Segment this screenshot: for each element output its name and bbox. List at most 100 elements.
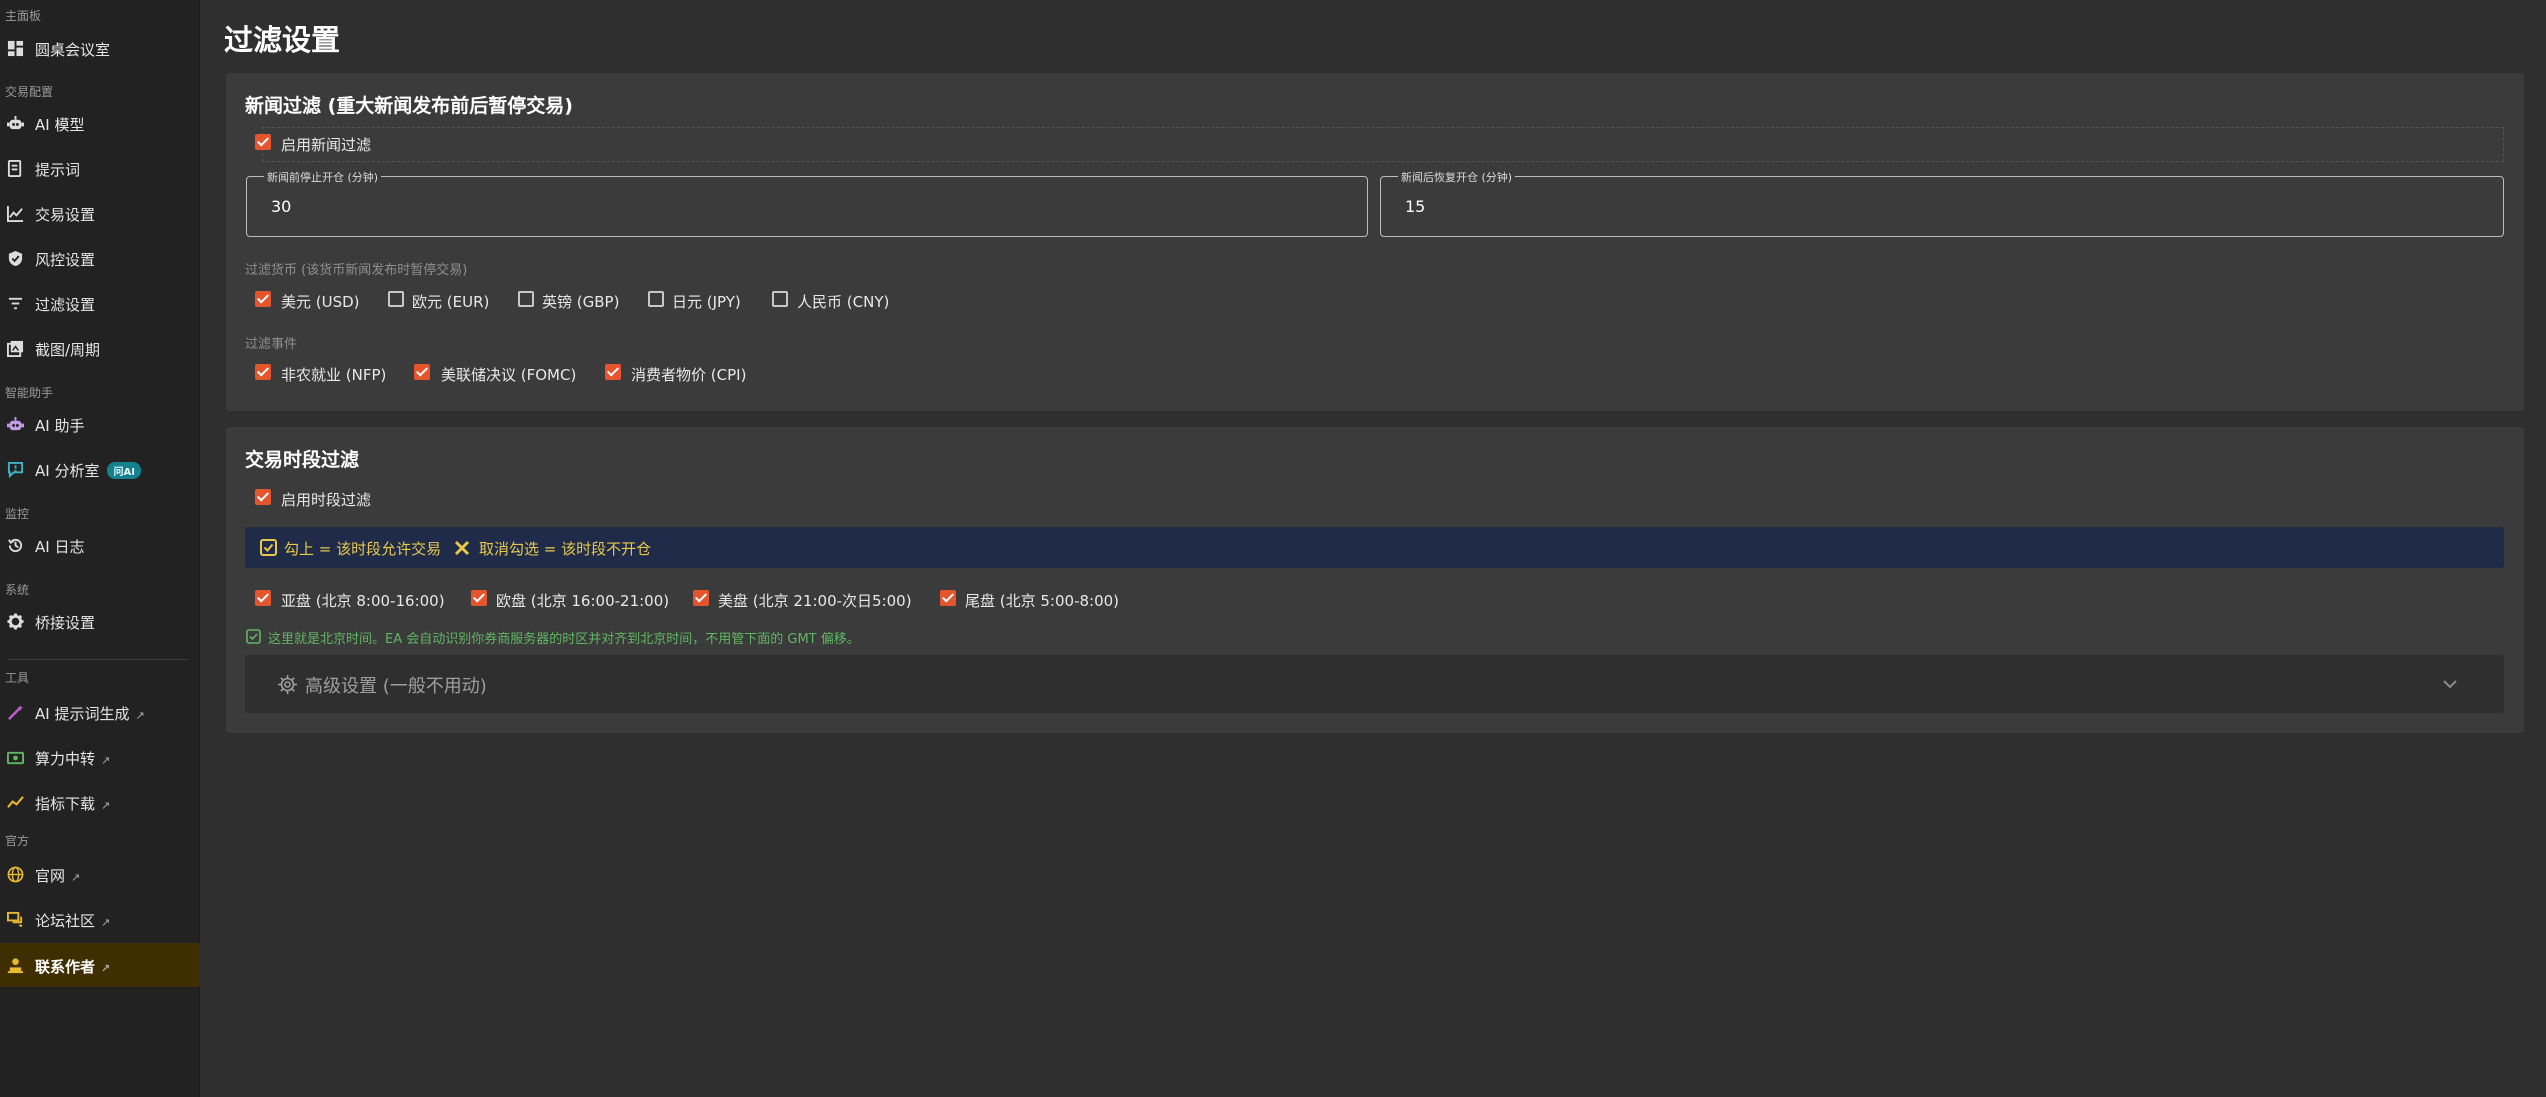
sidebar-item-label: 算力中转 <box>35 750 96 768</box>
sidebar-item-indicator-download[interactable]: 指标下载 ↗ <box>0 782 200 822</box>
robot-icon <box>6 114 24 132</box>
event-fomc-label: 美联储决议 (FOMC) <box>441 366 577 384</box>
sidebar-item-trade-settings[interactable]: 交易设置 <box>0 193 200 233</box>
section-dashboard: 主面板 <box>5 9 42 23</box>
sidebar-item-room[interactable]: 圆桌会议室 <box>0 28 200 68</box>
session-late-checkbox[interactable] <box>940 590 956 606</box>
sidebar-item-compute-relay[interactable]: 算力中转 ↗ <box>0 737 200 777</box>
money-icon <box>6 748 24 766</box>
sidebar-item-label: AI 分析室 <box>35 462 100 480</box>
sidebar: 主面板 圆桌会议室 交易配置 AI 模型 提示词 交易设置 风控设置 过滤设置 … <box>0 0 200 1097</box>
currencies-caption: 过滤货币 (该货币新闻发布时暂停交易) <box>245 263 468 278</box>
section-monitor: 监控 <box>5 507 30 521</box>
contact-icon <box>6 956 24 974</box>
currency-usd-label: 美元 (USD) <box>281 293 360 311</box>
news-filter-enable-checkbox[interactable] <box>255 134 271 150</box>
gear-icon <box>6 612 24 630</box>
currency-eur-label: 欧元 (EUR) <box>412 293 490 311</box>
currency-jpy-label: 日元 (JPY) <box>672 293 741 311</box>
sidebar-item-contact-author[interactable]: 联系作者 ↗ <box>0 943 200 987</box>
beijing-time-note: 这里就是北京时间。EA 会自动识别你券商服务器的时区并对齐到北京时间，不用管下面… <box>268 632 860 647</box>
info-unchecked-text: 取消勾选 = 该时段不开仓 <box>479 540 652 558</box>
news-filter-enable-row <box>262 127 2504 162</box>
currency-cny-checkbox[interactable] <box>772 291 788 307</box>
checkbox-square-icon <box>260 539 277 556</box>
resume-after-news-field[interactable]: 新闻后恢复开仓 (分钟) 15 <box>1380 169 2504 237</box>
session-asia-checkbox[interactable] <box>255 590 271 606</box>
event-cpi-checkbox[interactable] <box>605 364 621 380</box>
stop-before-news-value[interactable]: 30 <box>271 197 291 216</box>
document-edit-icon <box>6 159 24 177</box>
sidebar-item-label: AI 模型 <box>35 116 85 134</box>
sidebar-item-prompts[interactable]: 提示词 <box>0 148 200 188</box>
filter-icon <box>6 294 24 312</box>
external-link-icon: ↗ <box>101 916 111 929</box>
sidebar-item-filter-settings[interactable]: 过滤设置 <box>0 283 200 323</box>
event-nfp-checkbox[interactable] <box>255 364 271 380</box>
section-assistant: 智能助手 <box>5 386 54 400</box>
sidebar-divider <box>8 659 188 660</box>
external-link-icon: ↗ <box>101 799 111 812</box>
sidebar-item-website[interactable]: 官网 ↗ <box>0 854 200 894</box>
section-trade-config: 交易配置 <box>5 85 54 99</box>
check-square-icon <box>246 629 261 644</box>
sidebar-item-screenshot-period[interactable]: 截图/周期 <box>0 328 200 368</box>
currency-eur-checkbox[interactable] <box>388 291 404 307</box>
section-system: 系统 <box>5 583 30 597</box>
currency-jpy-checkbox[interactable] <box>648 291 664 307</box>
resume-after-news-label: 新闻后恢复开仓 (分钟) <box>1398 169 1516 185</box>
currency-gbp-checkbox[interactable] <box>518 291 534 307</box>
event-fomc-checkbox[interactable] <box>414 364 430 380</box>
sidebar-item-ai-model[interactable]: AI 模型 <box>0 103 200 143</box>
advanced-settings-toggle[interactable]: 高级设置 (一般不用动) <box>245 655 2504 713</box>
stop-before-news-field[interactable]: 新闻前停止开仓 (分钟) 30 <box>246 169 1368 237</box>
session-asia-label: 亚盘 (北京 8:00-16:00) <box>281 592 445 610</box>
session-us-checkbox[interactable] <box>693 590 709 606</box>
session-europe-checkbox[interactable] <box>471 590 487 606</box>
sidebar-item-forum[interactable]: 论坛社区 ↗ <box>0 899 200 939</box>
shield-check-icon <box>6 249 24 267</box>
session-filter-enable-label: 启用时段过滤 <box>281 491 372 509</box>
forum-icon <box>6 910 24 928</box>
section-tools: 工具 <box>5 671 30 685</box>
sidebar-item-prompt-generator[interactable]: AI 提示词生成 ↗ <box>0 692 200 732</box>
sidebar-item-label: AI 提示词生成 <box>35 705 130 723</box>
trend-icon <box>6 793 24 811</box>
sidebar-item-label: 交易设置 <box>35 206 96 224</box>
session-us-label: 美盘 (北京 21:00-次日5:00) <box>718 592 912 610</box>
sidebar-item-label: 论坛社区 <box>35 912 96 930</box>
sidebar-item-label: AI 助手 <box>35 417 85 435</box>
sidebar-item-ai-analysis[interactable]: AI 分析室 问AI <box>0 449 200 489</box>
sidebar-item-bridge-settings[interactable]: 桥接设置 <box>0 601 200 641</box>
external-link-icon: ↗ <box>71 871 81 884</box>
resume-after-news-value[interactable]: 15 <box>1405 197 1425 216</box>
sidebar-item-label: AI 日志 <box>35 538 85 556</box>
external-link-icon: ↗ <box>135 709 145 722</box>
session-filter-enable-checkbox[interactable] <box>255 489 271 505</box>
close-icon <box>454 540 470 556</box>
event-cpi-label: 消费者物价 (CPI) <box>631 366 747 384</box>
sidebar-item-risk-settings[interactable]: 风控设置 <box>0 238 200 278</box>
sidebar-item-ai-log[interactable]: AI 日志 <box>0 525 200 565</box>
dashboard-icon <box>6 39 24 57</box>
advanced-settings-label: 高级设置 (一般不用动) <box>305 676 487 697</box>
currency-gbp-label: 英镑 (GBP) <box>542 293 620 311</box>
sidebar-item-label: 提示词 <box>35 161 81 179</box>
external-link-icon: ↗ <box>101 754 111 767</box>
sidebar-item-label: 指标下载 <box>35 795 96 813</box>
sidebar-item-label: 截图/周期 <box>35 341 101 359</box>
ask-ai-badge: 问AI <box>107 462 141 479</box>
history-icon <box>6 536 24 554</box>
line-chart-icon <box>6 204 24 222</box>
sidebar-item-label: 过滤设置 <box>35 296 96 314</box>
currency-cny-label: 人民币 (CNY) <box>797 293 890 311</box>
sidebar-item-label: 联系作者 <box>35 958 96 976</box>
chevron-down-icon[interactable] <box>2441 675 2459 693</box>
stop-before-news-label: 新闻前停止开仓 (分钟) <box>264 169 382 185</box>
sidebar-item-ai-assistant[interactable]: AI 助手 <box>0 404 200 444</box>
currency-usd-checkbox[interactable] <box>255 291 271 307</box>
news-filter-title: 新闻过滤 (重大新闻发布前后暂停交易) <box>245 95 573 117</box>
images-icon <box>6 339 24 357</box>
sidebar-item-label: 圆桌会议室 <box>35 41 111 59</box>
session-filter-title: 交易时段过滤 <box>245 449 360 471</box>
